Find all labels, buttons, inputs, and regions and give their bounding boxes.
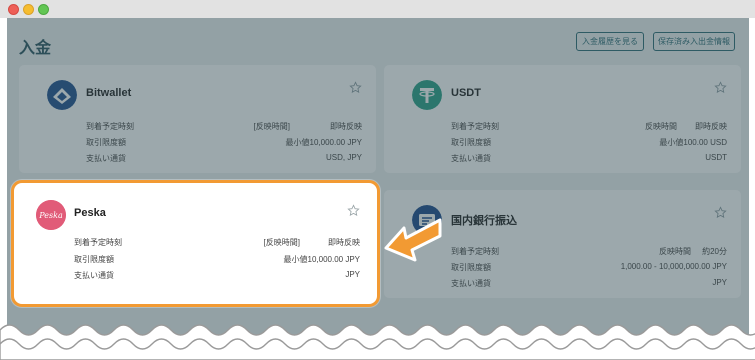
close-window-button[interactable] (8, 4, 19, 15)
currency-label: 支払い通貨 (74, 271, 114, 280)
currency-value: JPY (345, 270, 360, 279)
maximize-window-button[interactable] (38, 4, 49, 15)
arrival-time-label: 到着予定時刻 (74, 238, 122, 247)
currency-row: 支払い通貨 JPY (74, 270, 360, 282)
window-titlebar (0, 0, 755, 18)
limit-label: 取引限度額 (74, 255, 114, 264)
limit-value: 最小値10,000.00 JPY (283, 255, 360, 264)
limit-row: 取引限度額 最小値10,000.00 JPY (74, 254, 360, 266)
payment-method-name: Peska (74, 207, 106, 219)
arrival-value: 即時反映 (328, 238, 360, 247)
minimize-window-button[interactable] (23, 4, 34, 15)
favorite-star-icon[interactable] (347, 204, 360, 217)
wavy-edge-divider (0, 324, 755, 360)
peska-logo-icon: Peska (36, 200, 66, 230)
svg-text:Peska: Peska (38, 211, 63, 220)
arrival-time-row: 到着予定時刻 [反映時間] 即時反映 (74, 237, 360, 249)
arrival-note: [反映時間] (263, 238, 300, 247)
payment-card-peska-highlighted[interactable]: Peska Peska 到着予定時刻 [反映時間] 即時反映 取引限度額 最小値… (11, 180, 380, 307)
browser-window: 入金 入金履歴を見る 保存済み入出金情報 Bitwallet 到着予定時刻 [反… (0, 0, 755, 360)
pointer-arrow-icon (384, 218, 442, 262)
